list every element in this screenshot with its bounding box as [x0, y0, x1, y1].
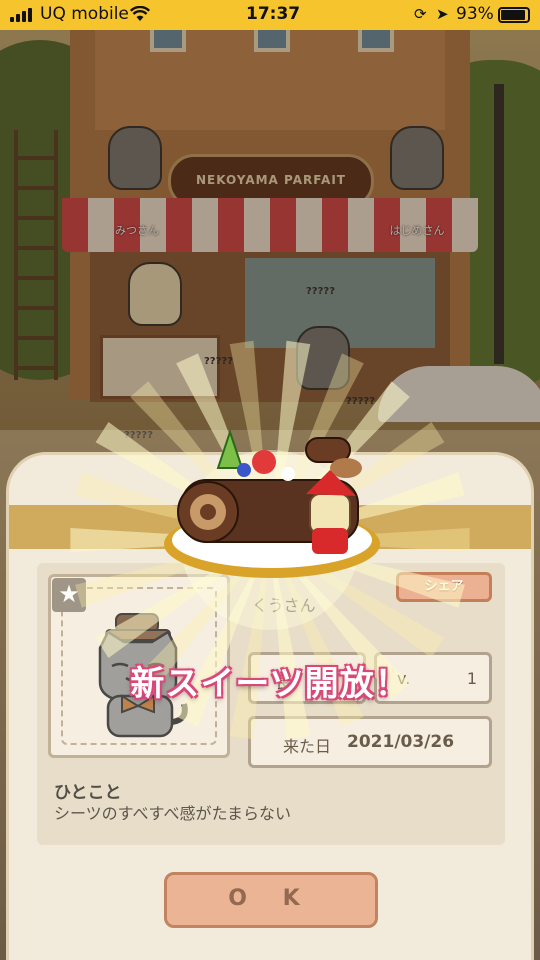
status-bar: UQ mobile 17:37 ⟳ ➤ 93%: [0, 0, 540, 30]
rotation-lock-icon: ⟳: [414, 5, 427, 23]
signal-icon: [10, 8, 32, 22]
clock: 17:37: [246, 4, 301, 24]
wifi-icon: [130, 6, 150, 21]
battery-percent: 93%: [456, 4, 494, 24]
location-icon: ➤: [436, 5, 449, 23]
new-sweets-unlocked-banner: 新スイーツ開放！: [130, 664, 410, 704]
battery-icon: [498, 7, 530, 23]
yule-log-cake-icon: [164, 428, 380, 578]
game-screen: NEKOYAMA PARFAIT みつさん はじめさん ????? ????? …: [0, 0, 540, 960]
carrier-name: UQ mobile: [40, 4, 129, 24]
